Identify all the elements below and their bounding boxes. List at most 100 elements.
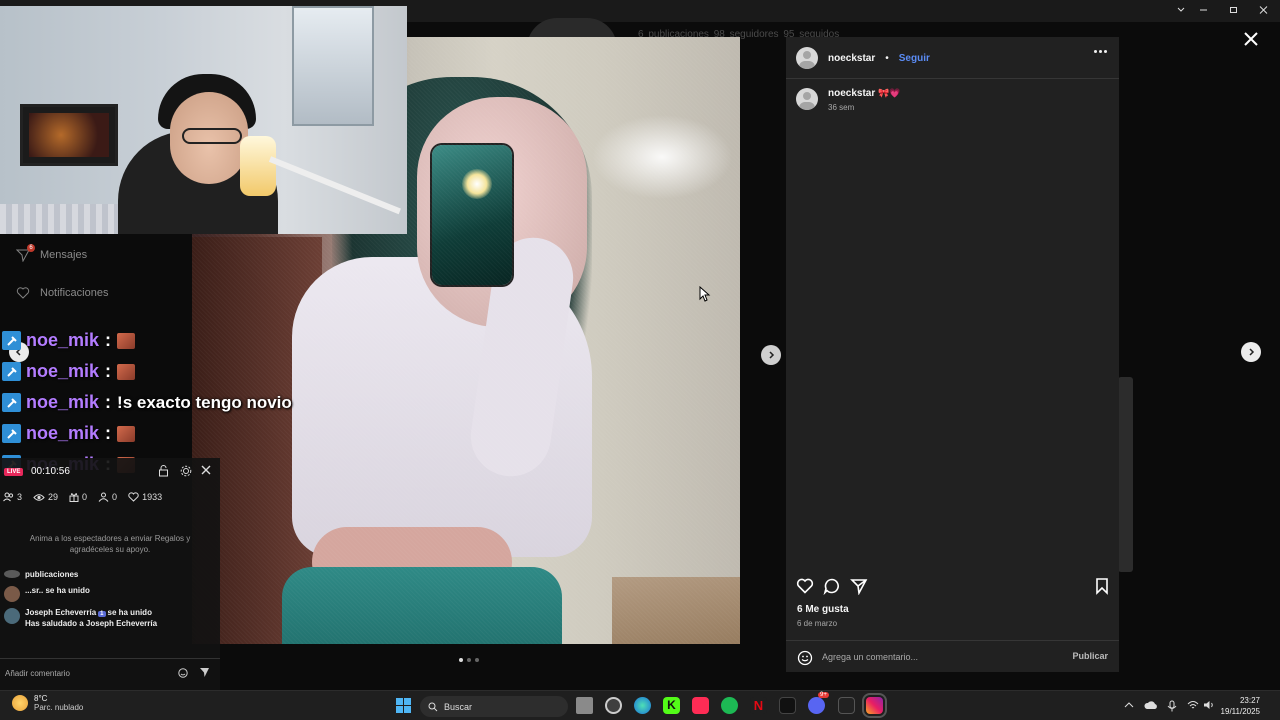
- share-icon[interactable]: [850, 577, 868, 595]
- edge-icon[interactable]: [634, 697, 651, 714]
- caption-timestamp: 36 sem: [828, 103, 855, 112]
- discord-icon[interactable]: 9+: [808, 692, 829, 714]
- sidebar-item-notifications[interactable]: Notificaciones: [16, 286, 108, 300]
- emote-icon: [117, 332, 136, 349]
- live-timer: 00:10:56: [31, 466, 70, 477]
- more-options-icon[interactable]: [1094, 50, 1107, 53]
- chevron-right-icon: [1249, 348, 1255, 356]
- close-window-button[interactable]: [1248, 2, 1278, 20]
- carousel-indicator: [459, 658, 479, 662]
- chevron-right-icon: [769, 351, 775, 359]
- start-button[interactable]: [396, 698, 411, 713]
- post-details-panel: noeckstar • Seguir noeckstar 🎀💗 36 sem 6…: [786, 37, 1119, 672]
- kick-icon[interactable]: K: [663, 697, 680, 714]
- minimize-button[interactable]: [1188, 2, 1218, 20]
- clock-date: 19/11/2025: [1220, 707, 1260, 716]
- weather-widget[interactable]: 8°C Parc. nublado: [12, 694, 83, 712]
- cloud-icon[interactable]: [1144, 700, 1158, 710]
- follow-button[interactable]: Seguir: [899, 53, 930, 64]
- list-item: ...sr.. se ha unido: [4, 586, 216, 602]
- chat-message: noe_mik :: [2, 418, 292, 449]
- send-icon[interactable]: [199, 667, 210, 678]
- level-badge: 1: [98, 611, 106, 617]
- sidebar-item-messages[interactable]: 6 Mensajes: [16, 244, 88, 262]
- heart-icon[interactable]: [796, 577, 814, 595]
- spotify-icon[interactable]: [721, 697, 738, 714]
- weather-temp: 8°C: [34, 694, 48, 703]
- netflix-icon[interactable]: N: [750, 697, 767, 714]
- shares-stat: 0: [98, 492, 117, 502]
- restore-button[interactable]: [1218, 2, 1248, 20]
- background-post-card: [1118, 377, 1133, 572]
- avatar[interactable]: [796, 47, 818, 69]
- taskbar-search[interactable]: Buscar: [420, 696, 568, 717]
- system-clock[interactable]: 23:27 19/11/2025: [1221, 695, 1260, 717]
- post-caption: noeckstar 🎀💗 36 sem: [796, 88, 900, 112]
- chat-username: noe_mik: [26, 330, 100, 350]
- gift-icon: [69, 493, 79, 502]
- comment-icon[interactable]: [823, 577, 841, 595]
- tiktok-icon[interactable]: [779, 697, 796, 714]
- likes-stat: 1933: [128, 492, 162, 502]
- moderator-badge-icon: [2, 393, 21, 412]
- caption-username[interactable]: noeckstar: [828, 88, 875, 99]
- live-comment-input[interactable]: [5, 665, 170, 681]
- emoji-icon[interactable]: [797, 650, 813, 666]
- chevron-up-icon[interactable]: [1124, 700, 1134, 710]
- gifts-stat: 0: [69, 492, 87, 502]
- chat-message: noe_mik :: [2, 356, 292, 387]
- instagram-icon[interactable]: [862, 693, 887, 718]
- live-badge: LIVE: [4, 468, 24, 476]
- app-icon[interactable]: [838, 697, 855, 714]
- live-studio-panel: LIVE 00:10:56 3 29 0 0 1933 Anima a los …: [0, 458, 220, 690]
- live-activity-feed: publicaciones ...sr.. se ha unido Joseph…: [4, 570, 216, 635]
- sidebar-item-label: Mensajes: [40, 249, 88, 261]
- post-date: 6 de marzo: [797, 619, 838, 628]
- moderator-badge-icon: [2, 331, 21, 350]
- search-label: Buscar: [444, 701, 473, 712]
- wifi-icon[interactable]: [1187, 700, 1199, 710]
- volume-icon[interactable]: [1203, 700, 1215, 710]
- carousel-dot: [467, 658, 471, 662]
- avatar: [4, 570, 20, 578]
- list-item: publicaciones: [4, 570, 216, 580]
- chat-username: noe_mik: [26, 361, 100, 381]
- chat-message: noe_mik : !s exacto tengo novio: [2, 387, 292, 418]
- avatar[interactable]: [796, 88, 818, 110]
- webcam-overlay: [0, 6, 407, 234]
- carousel-next-button[interactable]: [761, 345, 781, 365]
- emoji-icon[interactable]: [178, 668, 188, 678]
- heart-icon: [128, 492, 139, 502]
- close-modal-icon[interactable]: [1243, 31, 1259, 47]
- live-comment-composer: [0, 658, 220, 686]
- emote-icon: [117, 363, 136, 380]
- chat-message: noe_mik :: [2, 325, 292, 356]
- microphone-icon[interactable]: [1167, 700, 1177, 712]
- tiktok-studio-icon[interactable]: [692, 697, 709, 714]
- weather-icon: [12, 695, 28, 711]
- carousel-dot: [459, 658, 463, 662]
- caption-text: 🎀💗: [878, 88, 901, 98]
- bookmark-icon[interactable]: [1094, 577, 1110, 595]
- chat-username: noe_mik: [26, 392, 100, 412]
- gear-icon[interactable]: [180, 465, 192, 477]
- search-icon: [428, 702, 438, 711]
- avatar: [4, 608, 20, 624]
- lock-icon[interactable]: [158, 465, 169, 477]
- list-item: Joseph Echeverría 1 se ha unido Has saluda…: [4, 608, 216, 629]
- next-post-button[interactable]: [1241, 342, 1261, 362]
- live-hint-text: Anima a los espectadores a enviar Regalo…: [29, 534, 191, 554]
- chat-username: noe_mik: [26, 423, 100, 443]
- post-username[interactable]: noeckstar: [828, 53, 875, 64]
- guests-stat: 3: [3, 492, 22, 502]
- viewers-stat: 29: [33, 492, 58, 502]
- avatar: [4, 586, 20, 602]
- publish-button[interactable]: Publicar: [1072, 651, 1108, 661]
- task-view-icon[interactable]: [576, 697, 593, 714]
- chrome-icon[interactable]: [605, 697, 622, 714]
- close-icon[interactable]: [201, 465, 211, 475]
- like-count[interactable]: 6 Me gusta: [797, 604, 849, 615]
- weather-description: Parc. nublado: [34, 703, 84, 712]
- comment-input[interactable]: [822, 648, 1052, 666]
- post-actions: [796, 577, 1112, 595]
